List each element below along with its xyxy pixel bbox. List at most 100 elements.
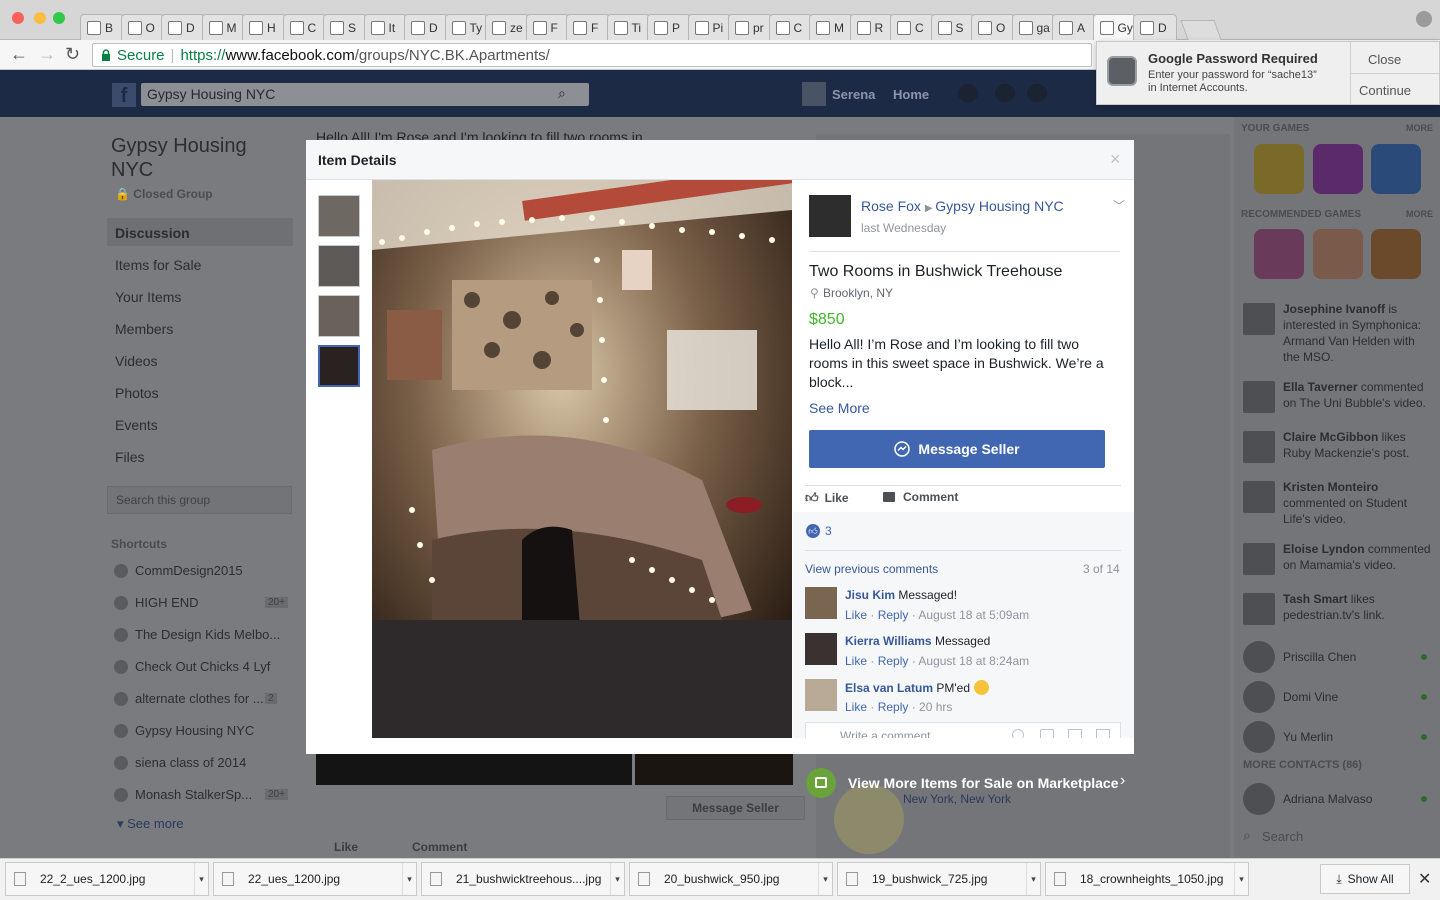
- group-nav-item[interactable]: Events: [115, 417, 158, 433]
- game-icon[interactable]: [1371, 229, 1421, 279]
- download-item[interactable]: 20_bushwick_950.jpg ▾: [629, 862, 833, 896]
- download-menu-caret-icon[interactable]: ▾: [1026, 863, 1040, 895]
- like-reaction-icon[interactable]: 👍︎: [806, 524, 820, 538]
- ticker-item[interactable]: Tash Smart likes pedestrian.tv's link.: [1283, 591, 1433, 623]
- friend-requests-icon[interactable]: [958, 84, 978, 102]
- game-icon[interactable]: [1313, 229, 1363, 279]
- zoom-window-button[interactable]: [53, 12, 65, 24]
- post-time[interactable]: last Wednesday: [861, 221, 946, 235]
- ticker-item[interactable]: Claire McGibbon likes Ruby Mackenzie's p…: [1283, 429, 1433, 461]
- shortcut-link[interactable]: siena class of 2014: [135, 755, 246, 770]
- marketplace-link[interactable]: View More Items for Sale on Marketplace: [848, 775, 1119, 791]
- group-nav-item[interactable]: Videos: [115, 353, 158, 369]
- browser-tab[interactable]: S: [323, 14, 367, 40]
- see-more-shortcuts-link[interactable]: ▾ See more: [117, 816, 184, 832]
- group-nav-item[interactable]: Items for Sale: [115, 257, 201, 273]
- games-more-link[interactable]: MORE: [1406, 123, 1433, 133]
- browser-tab[interactable]: F: [566, 14, 610, 40]
- commenter-name-link[interactable]: Jisu Kim: [845, 588, 895, 602]
- bg-message-seller-button[interactable]: Message Seller: [666, 796, 805, 820]
- close-notification-button[interactable]: Close: [1368, 52, 1401, 67]
- comment-button[interactable]: Comment: [883, 490, 958, 504]
- browser-tab[interactable]: C: [768, 14, 812, 40]
- download-item[interactable]: 18_crownheights_1050.jpg ▾: [1045, 862, 1249, 896]
- download-menu-caret-icon[interactable]: ▾: [194, 863, 208, 895]
- contact-name[interactable]: Yu Merlin: [1283, 729, 1433, 745]
- bg-like-button[interactable]: Like: [334, 840, 358, 854]
- facebook-logo-icon[interactable]: f: [112, 83, 136, 107]
- show-all-downloads-button[interactable]: ⤓ Show All: [1320, 864, 1410, 894]
- browser-tab[interactable]: pr: [728, 14, 772, 40]
- download-item[interactable]: 22_2_ues_1200.jpg ▾: [5, 862, 209, 896]
- forward-icon[interactable]: →: [38, 44, 56, 65]
- comment-like-link[interactable]: Like: [845, 700, 867, 714]
- download-menu-caret-icon[interactable]: ▾: [610, 863, 624, 895]
- download-menu-caret-icon[interactable]: ▾: [1234, 863, 1248, 895]
- search-group-input[interactable]: Search this group: [107, 486, 292, 514]
- browser-tab[interactable]: H: [242, 14, 286, 40]
- close-downloads-icon[interactable]: ✕: [1418, 869, 1431, 889]
- see-more-link[interactable]: See More: [809, 400, 870, 416]
- shortcut-link[interactable]: HIGH END: [135, 595, 199, 610]
- download-item[interactable]: 19_bushwick_725.jpg ▾: [837, 862, 1041, 896]
- continue-button[interactable]: Continue: [1359, 83, 1411, 98]
- browser-tab[interactable]: A: [1052, 14, 1096, 40]
- post-photo-1[interactable]: [316, 753, 632, 785]
- commenter-avatar[interactable]: [805, 633, 837, 665]
- minimize-window-button[interactable]: [34, 12, 46, 24]
- ticker-item[interactable]: Eloise Lyndon commented on Mamamia's vid…: [1283, 541, 1433, 573]
- write-comment-input[interactable]: Write a comment...: [805, 722, 1121, 738]
- browser-tab[interactable]: B: [80, 14, 124, 40]
- view-previous-comments-link[interactable]: View previous comments: [805, 562, 938, 576]
- back-icon[interactable]: ←: [10, 44, 28, 65]
- commenter-name-link[interactable]: Elsa van Latum: [845, 681, 933, 695]
- comment-reply-link[interactable]: Reply: [878, 700, 909, 714]
- comment-reply-link[interactable]: Reply: [878, 608, 909, 622]
- browser-tab[interactable]: Gy: [1092, 14, 1136, 40]
- comment-like-link[interactable]: Like: [845, 654, 867, 668]
- photo-thumbnail[interactable]: [318, 195, 360, 237]
- browser-tab[interactable]: C: [890, 14, 934, 40]
- game-icon[interactable]: [1254, 144, 1304, 194]
- photo-thumbnail[interactable]: [318, 245, 360, 287]
- notifications-icon[interactable]: [1027, 84, 1047, 102]
- game-icon[interactable]: [1313, 144, 1363, 194]
- chevron-down-icon[interactable]: ﹀: [1113, 197, 1125, 214]
- browser-tab[interactable]: O: [971, 14, 1015, 40]
- messages-icon[interactable]: [995, 84, 1015, 102]
- comment-like-link[interactable]: Like: [845, 608, 867, 622]
- bg-comment-button[interactable]: Comment: [412, 840, 467, 854]
- shortcut-link[interactable]: The Design Kids Melbo...: [135, 627, 280, 642]
- browser-tab[interactable]: Pi: [687, 14, 731, 40]
- recommended-more-link[interactable]: MORE: [1406, 209, 1433, 219]
- download-menu-caret-icon[interactable]: ▾: [402, 863, 416, 895]
- browser-tab[interactable]: ga: [1011, 14, 1055, 40]
- browser-tab[interactable]: O: [120, 14, 164, 40]
- seller-name-link[interactable]: Rose Fox: [861, 198, 921, 214]
- comment-time[interactable]: 20 hrs: [919, 700, 952, 714]
- camera-icon[interactable]: [1040, 729, 1054, 738]
- chat-search-input[interactable]: Search: [1262, 829, 1303, 844]
- ticker-item[interactable]: Ella Taverner commented on The Uni Bubbl…: [1283, 379, 1433, 411]
- close-window-button[interactable]: [12, 12, 24, 24]
- browser-tab[interactable]: D: [404, 14, 448, 40]
- contact-name[interactable]: Domi Vine: [1283, 689, 1433, 705]
- browser-tab[interactable]: R: [849, 14, 893, 40]
- commenter-avatar[interactable]: [805, 679, 837, 711]
- group-nav-item[interactable]: Files: [115, 449, 145, 465]
- download-item[interactable]: 22_ues_1200.jpg ▾: [213, 862, 417, 896]
- message-seller-button[interactable]: Message Seller: [809, 430, 1105, 468]
- search-icon[interactable]: ⌕: [558, 85, 566, 102]
- download-item[interactable]: 21_bushwicktreehous....jpg ▾: [421, 862, 625, 896]
- commenter-avatar[interactable]: [805, 587, 837, 619]
- group-name[interactable]: Gypsy Housing NYC: [111, 134, 281, 182]
- browser-tab[interactable]: Ti: [606, 14, 650, 40]
- close-icon[interactable]: ×: [1110, 149, 1121, 170]
- sticker-icon[interactable]: [1096, 729, 1110, 738]
- home-link[interactable]: Home: [893, 87, 929, 102]
- comment-time[interactable]: August 18 at 5:09am: [918, 608, 1029, 622]
- avatar[interactable]: [802, 82, 826, 106]
- game-icon[interactable]: [1371, 144, 1421, 194]
- ticker-item[interactable]: Kristen Monteiro commented on Student Li…: [1283, 479, 1433, 527]
- ticker-item[interactable]: Josephine Ivanoff is interested in Symph…: [1283, 301, 1433, 365]
